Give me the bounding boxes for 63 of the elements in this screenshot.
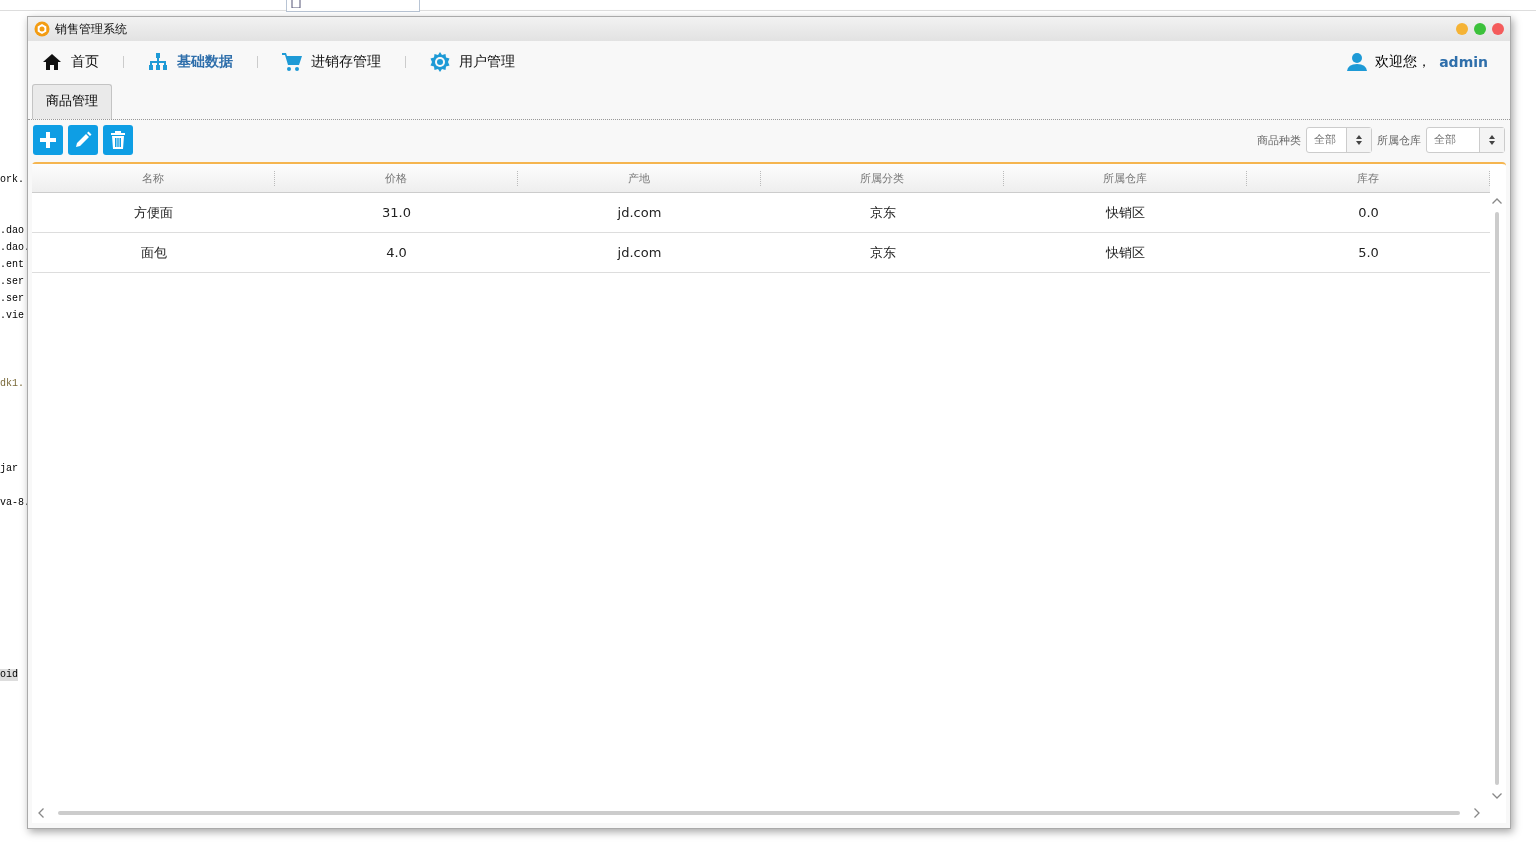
app-logo-icon [34, 21, 50, 37]
column-header[interactable]: 所属分类 [761, 170, 1004, 186]
tree-item-text: .vie [0, 310, 24, 322]
tab[interactable]: 商品管理 [32, 84, 112, 119]
cart-icon [282, 52, 302, 72]
dropdown[interactable]: 全部 [1426, 127, 1505, 153]
column-header[interactable]: 名称 [32, 170, 275, 186]
column-header[interactable]: 所属仓库 [1004, 170, 1247, 186]
tree-item-text: jar [0, 463, 18, 475]
filter-label: 所属仓库 [1377, 132, 1421, 148]
delete-button[interactable] [103, 125, 133, 155]
tree-item-text: oid [0, 669, 18, 681]
trash-icon [108, 130, 128, 150]
menu-item[interactable]: 用户管理 [430, 52, 515, 72]
tree-item-text: va-8. [0, 497, 30, 509]
table-cell-text: 0.0 [1357, 205, 1380, 220]
tree-item-text: .dao [0, 225, 24, 237]
maximize-button[interactable] [1474, 23, 1486, 35]
spinner-arrows-icon [1356, 135, 1362, 145]
table-cell-text: 京东 [868, 203, 897, 222]
edit-button[interactable] [68, 125, 98, 155]
pencil-icon [73, 130, 93, 150]
menu-item[interactable]: 首页 [42, 52, 99, 72]
menu-item[interactable]: 进销存管理 [282, 52, 381, 72]
table-cell-text: jd.com [616, 245, 663, 260]
table-cell-text: jd.com [616, 205, 663, 220]
tree-item-text: .ent [0, 259, 24, 271]
close-button[interactable] [1492, 23, 1504, 35]
chevron-left-icon [38, 808, 44, 818]
plus-icon [38, 130, 58, 150]
chevron-up-icon [1492, 198, 1502, 204]
window-title: 销售管理系统 [55, 20, 127, 38]
home-icon [42, 52, 62, 72]
filter-label: 商品种类 [1257, 132, 1301, 148]
gear-icon [430, 52, 450, 72]
table-cell-text: 面包 [139, 243, 168, 262]
minimize-button[interactable] [1456, 23, 1468, 35]
column-header[interactable]: 库存 [1247, 170, 1490, 186]
hierarchy-icon [148, 52, 168, 72]
spinner-arrows-icon [1489, 135, 1495, 145]
table-cell-text: 31.0 [381, 205, 412, 220]
welcome-text: 欢迎您， [1375, 53, 1432, 71]
chevron-right-icon [1474, 808, 1480, 818]
table-cell-text: 快销区 [1105, 243, 1146, 262]
column-header[interactable]: 价格 [275, 170, 518, 186]
file-icon [291, 0, 301, 8]
column-header[interactable]: 产地 [518, 170, 761, 186]
table-cell-text: 快销区 [1105, 203, 1146, 222]
tree-item-text: .ser [0, 293, 24, 305]
table-cell-text: 京东 [868, 243, 897, 262]
user-icon [1347, 52, 1368, 72]
tree-item-text: .ser [0, 276, 24, 288]
table-cell-text: 4.0 [385, 245, 408, 260]
add-button[interactable] [33, 125, 63, 155]
dropdown[interactable]: 全部 [1306, 127, 1372, 153]
menu-item[interactable]: 基础数据 [148, 52, 233, 72]
tree-item-text: .dao. [0, 242, 30, 254]
table-cell-text: 5.0 [1357, 245, 1380, 260]
tree-item-text: dk1. [0, 378, 24, 390]
table-cell-text: 方便面 [133, 203, 174, 222]
user-name[interactable]: admin [1439, 54, 1488, 70]
chevron-down-icon [1492, 793, 1502, 799]
tree-item-text: ork. [0, 174, 24, 186]
